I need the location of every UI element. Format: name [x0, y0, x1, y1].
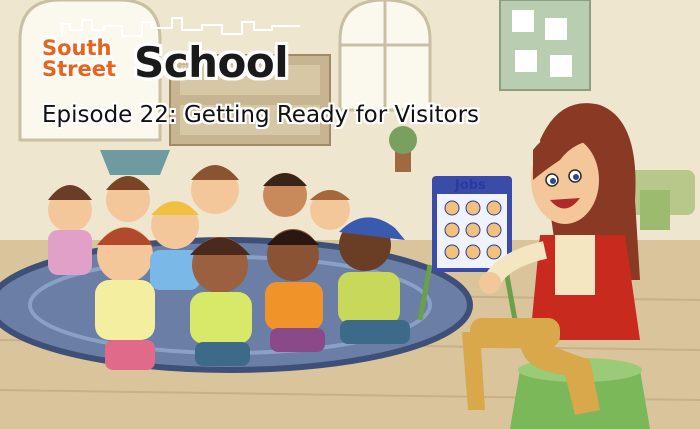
episode-thumbnail: South Street School Episode 22: Getting … — [0, 0, 700, 429]
episode-title: Episode 22: Getting Ready for Visitors — [42, 102, 480, 128]
logo-school-word: School — [134, 38, 289, 87]
logo-line-2: Street — [42, 57, 117, 81]
window-center — [338, 0, 432, 112]
skyline-outline — [42, 17, 300, 37]
jobs-board-title: Jobs — [455, 178, 486, 193]
logo-line-1: South — [42, 36, 112, 60]
logo-south-street: South Street — [42, 38, 116, 80]
